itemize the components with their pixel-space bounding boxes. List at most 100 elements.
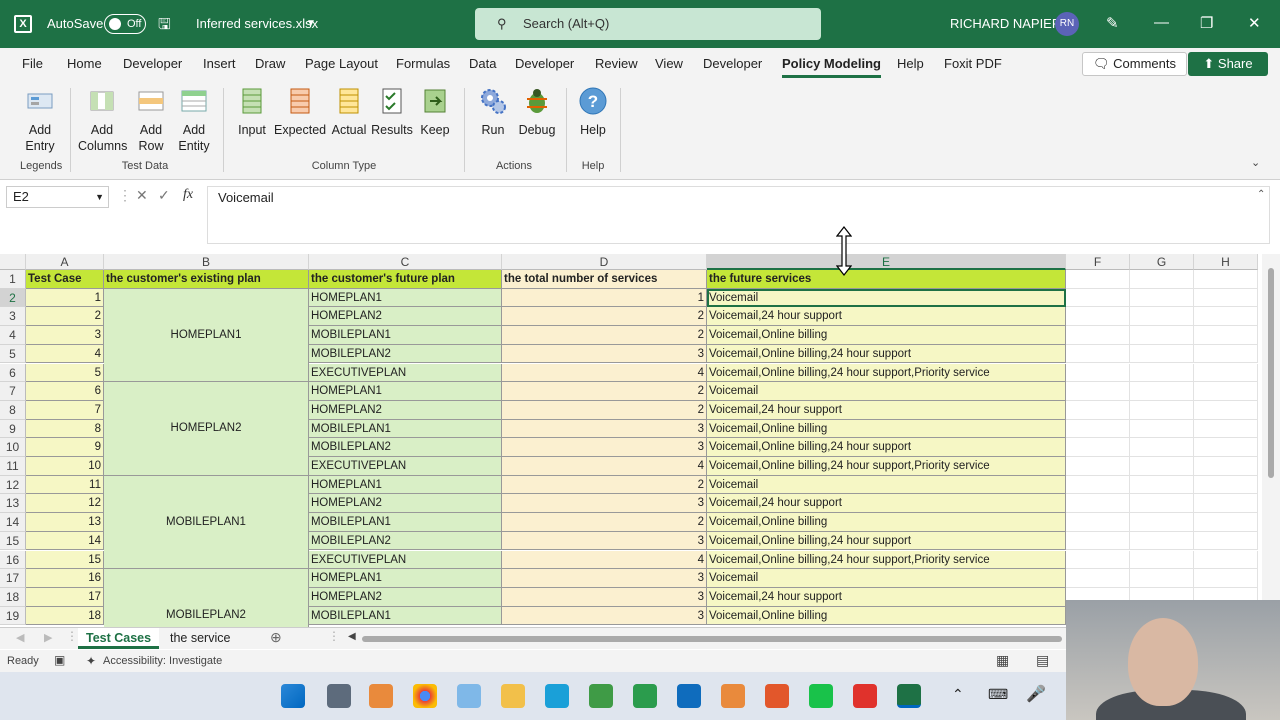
future-plan-cell[interactable]: HOMEPLAN2 xyxy=(309,400,502,420)
row-header[interactable]: 8 xyxy=(0,400,26,420)
empty-cell[interactable] xyxy=(1130,513,1194,532)
empty-cell[interactable] xyxy=(1130,419,1194,439)
row-header[interactable]: 18 xyxy=(0,587,26,607)
share-button[interactable]: ⬆ Share xyxy=(1188,52,1268,76)
service-count-cell[interactable]: 3 xyxy=(502,419,707,439)
test-case-cell[interactable]: 15 xyxy=(26,550,104,570)
test-case-cell[interactable]: 14 xyxy=(26,531,104,551)
select-all-corner[interactable] xyxy=(0,254,26,270)
chevron-down-icon[interactable]: ▼ xyxy=(95,187,104,207)
row-header[interactable]: 6 xyxy=(0,363,26,383)
comments-button[interactable]: 🗨 Comments xyxy=(1082,52,1187,76)
empty-cell[interactable] xyxy=(1066,475,1130,495)
future-services-cell[interactable]: Voicemail,24 hour support xyxy=(707,400,1066,420)
test-case-cell[interactable]: 17 xyxy=(26,587,104,607)
future-plan-cell[interactable]: MOBILEPLAN1 xyxy=(309,419,502,439)
file-explorer-icon[interactable] xyxy=(501,684,525,708)
test-case-cell[interactable]: 10 xyxy=(26,457,104,476)
future-services-cell[interactable]: Voicemail xyxy=(707,382,1066,401)
empty-cell[interactable] xyxy=(1066,419,1130,439)
row-header[interactable]: 11 xyxy=(0,457,26,476)
existing-plan-cell[interactable]: HOMEPLAN1 xyxy=(104,288,309,383)
header-cell[interactable]: the total number of services xyxy=(502,270,707,289)
empty-cell[interactable] xyxy=(1194,569,1258,588)
service-count-cell[interactable]: 3 xyxy=(502,587,707,607)
row-header[interactable]: 4 xyxy=(0,326,26,345)
scrollbar-thumb[interactable] xyxy=(1268,268,1274,478)
future-services-cell[interactable]: Voicemail,Online billing xyxy=(707,606,1066,626)
menu-policy-modeling[interactable]: Policy Modeling xyxy=(782,56,881,78)
future-plan-cell[interactable]: HOMEPLAN1 xyxy=(309,475,502,495)
more-icon[interactable]: ⋮ xyxy=(118,187,132,204)
empty-cell[interactable] xyxy=(1130,382,1194,401)
input-column-button[interactable]: Input xyxy=(234,86,270,138)
test-case-cell[interactable]: 2 xyxy=(26,307,104,327)
future-services-cell[interactable]: Voicemail xyxy=(707,475,1066,495)
future-plan-cell[interactable]: MOBILEPLAN1 xyxy=(309,513,502,532)
test-case-cell[interactable]: 6 xyxy=(26,382,104,401)
empty-cell[interactable] xyxy=(1194,344,1258,364)
column-header-f[interactable]: F xyxy=(1066,254,1130,270)
row-header[interactable]: 9 xyxy=(0,419,26,439)
future-plan-cell[interactable]: EXECUTIVEPLAN xyxy=(309,457,502,476)
collapse-formula-bar-icon[interactable]: ⌃ xyxy=(1257,189,1265,200)
empty-cell[interactable] xyxy=(1130,550,1194,570)
results-column-button[interactable]: Results xyxy=(370,86,414,138)
future-services-cell[interactable]: Voicemail xyxy=(707,569,1066,588)
empty-cell[interactable] xyxy=(1130,438,1194,457)
service-count-cell[interactable]: 2 xyxy=(502,400,707,420)
service-count-cell[interactable]: 2 xyxy=(502,326,707,345)
future-plan-cell[interactable]: HOMEPLAN1 xyxy=(309,569,502,588)
column-header-h[interactable]: H xyxy=(1194,254,1258,270)
future-services-cell[interactable]: Voicemail,Online billing,24 hour support… xyxy=(707,363,1066,383)
app-icon[interactable] xyxy=(809,684,833,708)
more-icon[interactable]: ⋮ xyxy=(328,629,340,643)
accessibility-status[interactable]: Accessibility: Investigate xyxy=(103,655,222,667)
empty-cell[interactable] xyxy=(1130,326,1194,345)
empty-cell[interactable] xyxy=(1066,344,1130,364)
empty-cell[interactable] xyxy=(1130,363,1194,383)
future-plan-cell[interactable]: MOBILEPLAN1 xyxy=(309,326,502,345)
menu-page-layout[interactable]: Page Layout xyxy=(305,56,378,71)
restore-icon[interactable]: ❐ xyxy=(1200,14,1213,32)
service-count-cell[interactable]: 3 xyxy=(502,606,707,626)
empty-cell[interactable] xyxy=(1194,363,1258,383)
foxit-icon[interactable] xyxy=(853,684,877,708)
outlook-icon[interactable] xyxy=(677,684,701,708)
accessibility-icon[interactable]: ✦ xyxy=(86,654,96,668)
test-case-cell[interactable]: 3 xyxy=(26,326,104,345)
test-case-cell[interactable]: 1 xyxy=(26,288,104,308)
column-header-b[interactable]: B xyxy=(104,254,309,270)
future-services-cell[interactable]: Voicemail,Online billing,24 hour support… xyxy=(707,550,1066,570)
empty-cell[interactable] xyxy=(1066,382,1130,401)
future-services-cell[interactable]: Voicemail,Online billing,24 hour support… xyxy=(707,457,1066,476)
add-entity-button[interactable]: Add Entity xyxy=(176,86,212,154)
search-input[interactable]: ⚲ Search (Alt+Q) xyxy=(475,8,821,40)
empty-cell[interactable] xyxy=(1130,288,1194,308)
menu-developer-2[interactable]: Developer xyxy=(515,56,574,71)
future-services-cell[interactable]: Voicemail,Online billing xyxy=(707,419,1066,439)
empty-cell[interactable] xyxy=(1130,344,1194,364)
future-services-cell[interactable]: Voicemail xyxy=(707,288,1066,308)
app-icon[interactable] xyxy=(765,684,789,708)
row-header[interactable]: 10 xyxy=(0,438,26,457)
app-icon[interactable] xyxy=(633,684,657,708)
normal-view-icon[interactable]: ▦ xyxy=(996,652,1009,669)
menu-formulas[interactable]: Formulas xyxy=(396,56,450,71)
run-button[interactable]: Run xyxy=(476,86,510,138)
row-header[interactable]: 7 xyxy=(0,382,26,401)
vertical-scrollbar[interactable] xyxy=(1262,254,1280,627)
test-case-cell[interactable]: 9 xyxy=(26,438,104,457)
empty-cell[interactable] xyxy=(1066,307,1130,327)
microphone-icon[interactable]: 🎤 xyxy=(1026,684,1046,704)
chrome-icon[interactable] xyxy=(413,684,437,708)
empty-cell[interactable] xyxy=(1194,307,1258,327)
future-services-cell[interactable]: Voicemail,Online billing,24 hour support xyxy=(707,438,1066,457)
column-header-a[interactable]: A xyxy=(26,254,104,270)
empty-cell[interactable] xyxy=(1194,400,1258,420)
empty-cell[interactable] xyxy=(1130,494,1194,514)
service-count-cell[interactable]: 2 xyxy=(502,307,707,327)
add-columns-button[interactable]: Add Columns xyxy=(78,86,127,154)
menu-help[interactable]: Help xyxy=(897,56,924,71)
test-case-cell[interactable]: 18 xyxy=(26,606,104,626)
